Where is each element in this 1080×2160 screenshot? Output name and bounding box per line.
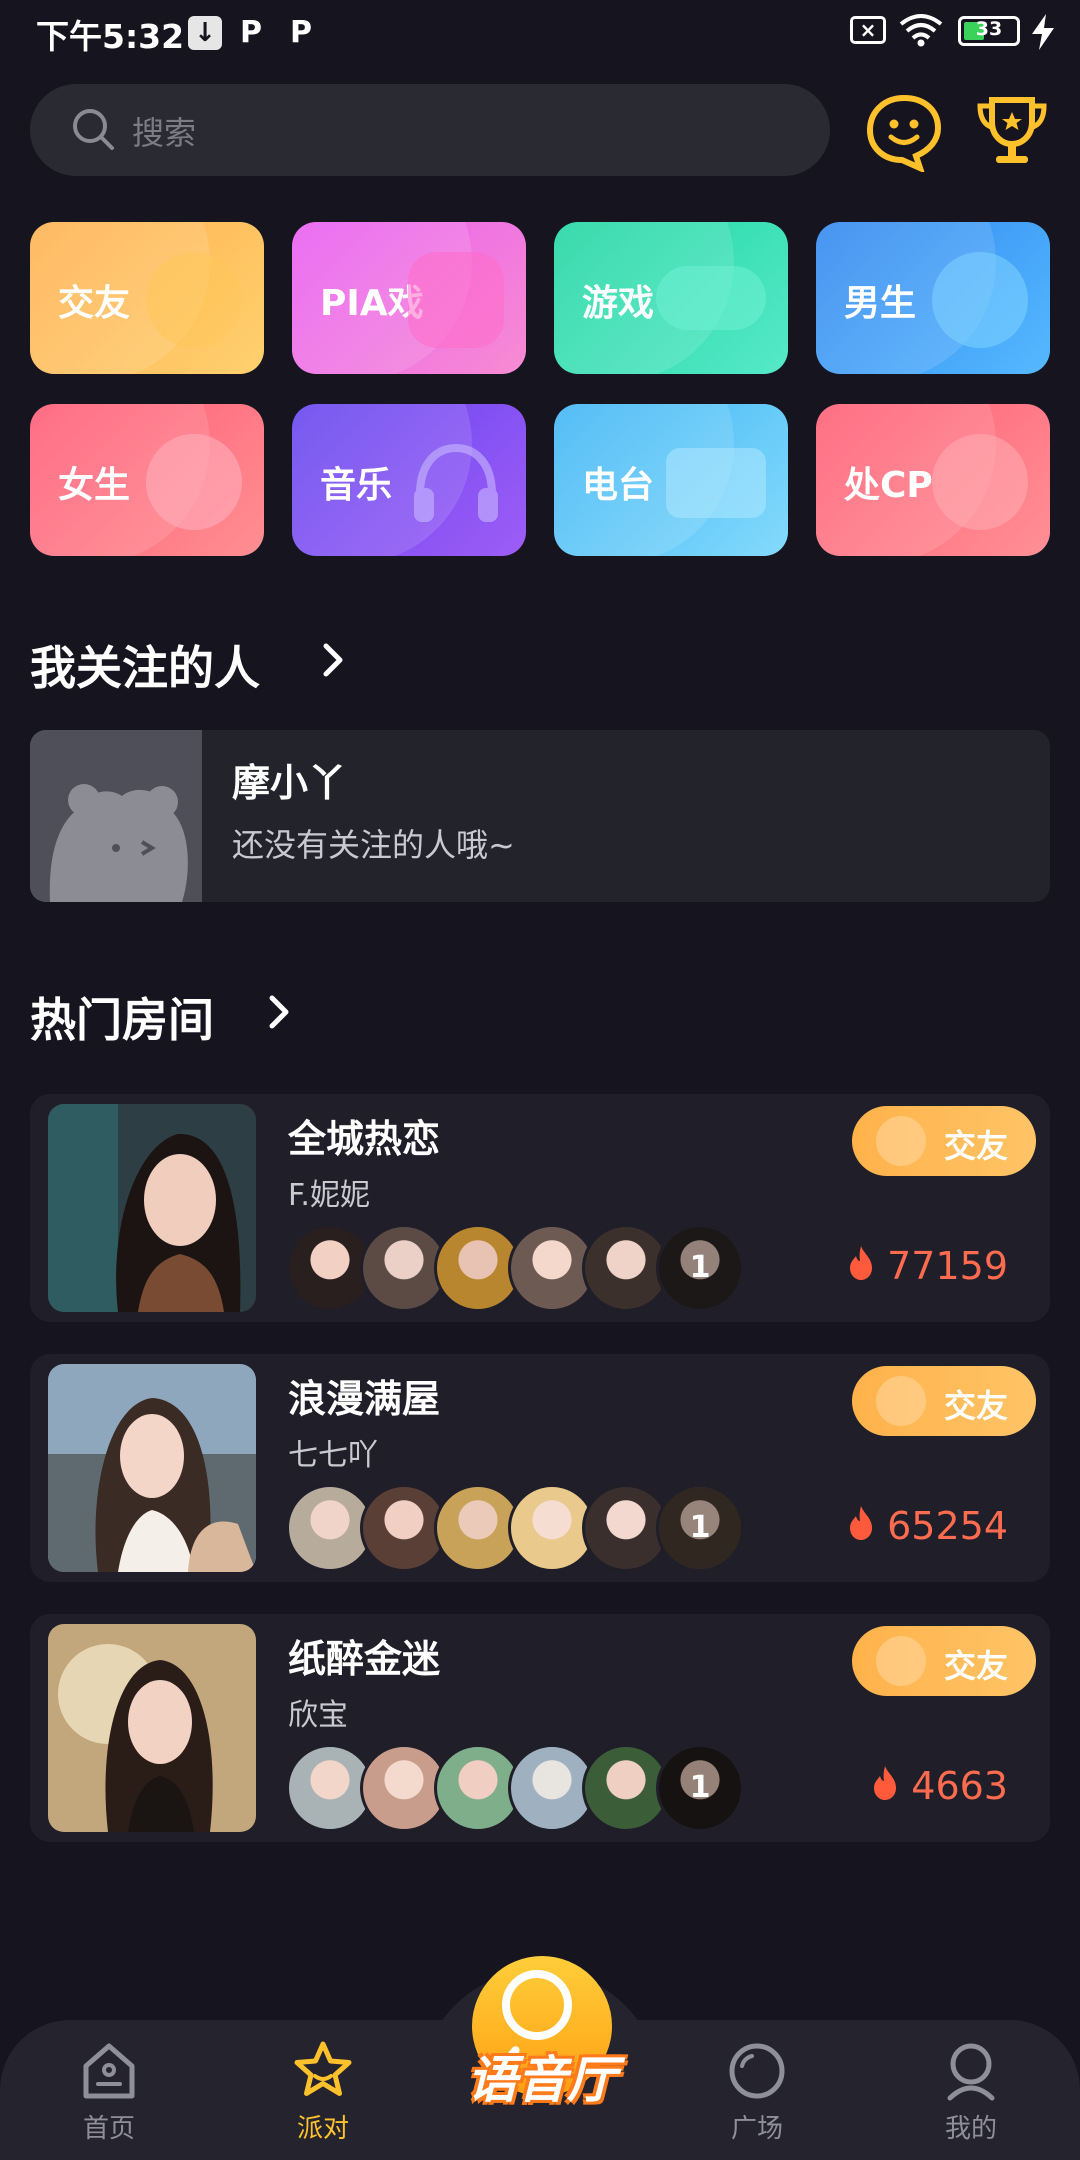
room-cover-image [48, 1624, 256, 1832]
category-tile[interactable]: 游戏 [554, 222, 788, 374]
room-card[interactable]: 全城热恋 F.妮妮 交友 1 77159 [30, 1094, 1050, 1322]
category-tile[interactable]: 音乐 [292, 404, 526, 556]
category-label: 音乐 [320, 465, 393, 506]
room-card[interactable]: 浪漫满屋 七七吖 交友 1 65254 [30, 1354, 1050, 1582]
sheep-avatar-icon [30, 730, 202, 902]
category-tile[interactable]: 女生 [30, 404, 264, 556]
category-label: 男生 [844, 283, 917, 324]
nav-party-label: 派对 [296, 2114, 349, 2144]
category-label: 女生 [58, 465, 131, 506]
room-tag-badge[interactable]: 交友 [852, 1626, 1036, 1696]
room-member-avatars: 1 [286, 1744, 786, 1832]
heat-value: 4663 [911, 1764, 1008, 1808]
planet-icon [729, 2043, 785, 2099]
female-symbol-icon [146, 434, 242, 530]
member-count: 1 [659, 1227, 741, 1309]
male-symbol-icon [932, 252, 1028, 348]
heat-value: 65254 [887, 1504, 1008, 1548]
search-icon [73, 109, 114, 150]
room-host: 欣宝 [288, 1698, 348, 1733]
category-tile[interactable]: 处CP [816, 404, 1050, 556]
nav-mine[interactable]: 我的 [896, 2040, 1046, 2150]
member-avatar-count: 1 [656, 1224, 744, 1312]
chat-face-icon[interactable] [864, 92, 944, 172]
cat-mask-icon [408, 252, 504, 348]
flame-icon [874, 1766, 897, 1800]
wifi-icon [899, 14, 943, 47]
profile-icon [947, 2043, 995, 2101]
friend-face-icon [146, 252, 242, 348]
room-tag-badge[interactable]: 交友 [852, 1366, 1036, 1436]
trophy-icon[interactable] [972, 92, 1052, 172]
battery-icon: 33 [958, 16, 1020, 46]
room-member-avatars: 1 [286, 1484, 786, 1572]
room-heat: 65254 [848, 1504, 1008, 1548]
headphones-icon [414, 443, 498, 522]
gamepad-icon [656, 266, 766, 330]
no-sim-icon: × [850, 16, 886, 44]
member-avatar-count: 1 [656, 1744, 744, 1832]
following-section-title[interactable]: 我关注的人 [30, 632, 260, 698]
room-tag-badge[interactable]: 交友 [852, 1106, 1036, 1176]
room-heat: 4663 [872, 1764, 1008, 1808]
battery-level: 33 [975, 18, 1003, 40]
voice-hall-label[interactable]: 语音厅 [452, 2040, 632, 2112]
heat-value: 77159 [887, 1244, 1008, 1288]
category-label: 电台 [582, 465, 655, 506]
radio-icon [666, 448, 766, 518]
room-cover-image [48, 1364, 256, 1572]
room-host: 七七吖 [288, 1438, 378, 1473]
status-bar: 下午5:32 ↓ P P × 33 [0, 0, 1080, 66]
couple-hearts-icon [932, 434, 1028, 530]
parking-app-icon: P [240, 15, 262, 50]
category-tile[interactable]: 男生 [816, 222, 1050, 374]
member-count: 1 [659, 1747, 741, 1829]
room-title: 浪漫满屋 [288, 1377, 441, 1421]
nav-home[interactable]: 首页 [34, 2040, 184, 2150]
room-tag-label: 交友 [944, 1647, 1009, 1685]
status-time: 下午5:32 [36, 17, 185, 56]
room-host: F.妮妮 [288, 1178, 370, 1213]
member-count: 1 [659, 1487, 741, 1569]
chevron-right-icon[interactable] [318, 640, 348, 680]
nav-square[interactable]: 广场 [682, 2040, 832, 2150]
room-title: 全城热恋 [288, 1117, 441, 1161]
following-name: 摩小丫 [232, 761, 347, 805]
member-avatar-count: 1 [656, 1484, 744, 1572]
nav-home-label: 首页 [82, 2114, 135, 2144]
room-card[interactable]: 纸醉金迷 欣宝 交友 1 4663 [30, 1614, 1050, 1842]
nav-mine-label: 我的 [944, 2114, 997, 2144]
home-icon [83, 2043, 135, 2099]
category-label: 游戏 [582, 283, 655, 324]
category-tile[interactable]: 交友 [30, 222, 264, 374]
flame-icon [850, 1246, 873, 1280]
room-heat: 77159 [848, 1244, 1008, 1288]
room-tag-label: 交友 [944, 1387, 1009, 1425]
search-placeholder: 搜索 [132, 114, 197, 152]
nav-square-label: 广场 [730, 2114, 783, 2144]
charging-icon [1032, 14, 1054, 50]
category-label: 处CP [844, 465, 933, 506]
room-tag-label: 交友 [944, 1127, 1009, 1165]
download-icon: ↓ [188, 16, 222, 50]
category-tile[interactable]: 电台 [554, 404, 788, 556]
nav-party[interactable]: 派对 [248, 2040, 398, 2150]
chevron-right-icon[interactable] [264, 992, 294, 1032]
flame-icon [850, 1506, 873, 1540]
star-icon [294, 2041, 352, 2096]
parking-app-icon-2: P [290, 15, 312, 50]
room-cover-image [48, 1104, 256, 1312]
hot-rooms-section-title[interactable]: 热门房间 [30, 984, 214, 1050]
category-tile[interactable]: PIA戏 [292, 222, 526, 374]
following-empty-text: 还没有关注的人哦~ [232, 826, 515, 864]
search-input[interactable]: 搜索 [30, 84, 830, 176]
following-card[interactable]: 摩小丫 还没有关注的人哦~ [30, 730, 1050, 902]
room-title: 纸醉金迷 [288, 1637, 441, 1681]
room-member-avatars: 1 [286, 1224, 786, 1312]
category-label: 交友 [58, 283, 131, 324]
